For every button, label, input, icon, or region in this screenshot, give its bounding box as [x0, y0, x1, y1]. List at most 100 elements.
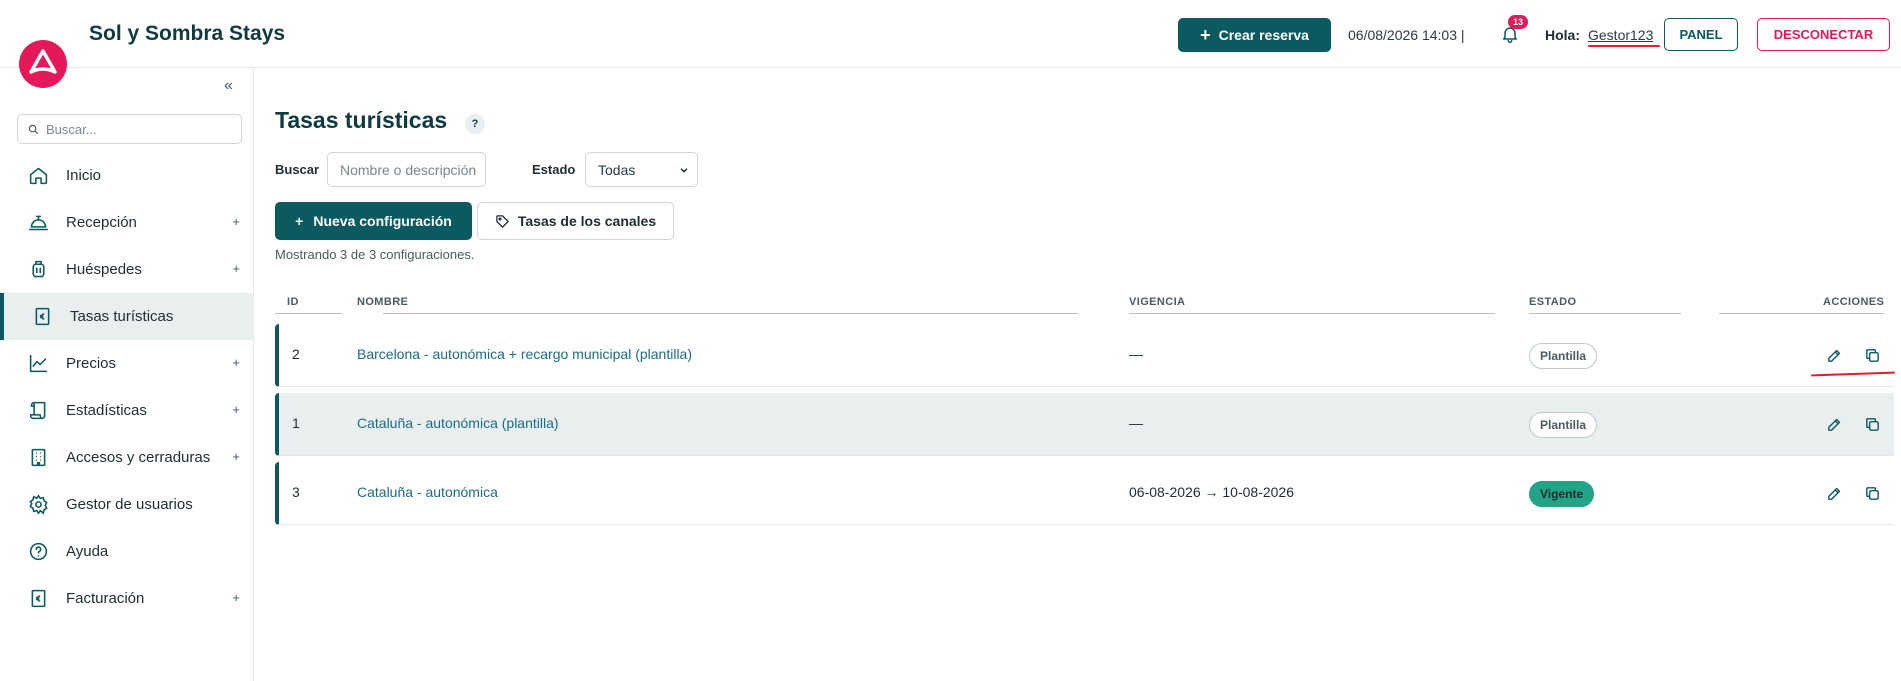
sidebar-item-label: Facturación	[66, 590, 145, 607]
status-badge: Vigente	[1529, 481, 1595, 507]
row-name-link[interactable]: Cataluña - autonómica (plantilla)	[357, 415, 559, 431]
row-id: 1	[292, 415, 300, 431]
luggage-icon	[27, 259, 49, 281]
sidebar-item-label: Gestor de usuarios	[66, 496, 193, 513]
app-title: Sol y Sombra Stays	[89, 22, 286, 45]
table-row[interactable]: 3 Cataluña - autonómica 06-08-2026 → 10-…	[275, 462, 1894, 525]
top-header: Sol y Sombra Stays + Crear reserva 06/08…	[0, 0, 1901, 68]
search-filter-label: Buscar	[275, 162, 320, 177]
row-validity: —	[1129, 415, 1143, 431]
search-filter-input[interactable]	[327, 152, 486, 187]
logout-button[interactable]: DESCONECTAR	[1757, 18, 1890, 51]
current-datetime: 06/08/2026 14:03 |	[1348, 27, 1465, 43]
sidebar-item-estadisticas[interactable]: Estadísticas +	[0, 387, 254, 434]
gear-icon	[27, 494, 49, 516]
sidebar-item-precios[interactable]: Precios +	[0, 340, 254, 387]
edit-icon[interactable]	[1824, 483, 1844, 503]
sidebar-item-label: Inicio	[66, 167, 102, 184]
collapse-sidebar-icon[interactable]: «	[224, 77, 233, 95]
annotation-underline-username	[1588, 45, 1660, 47]
help-icon[interactable]: ?	[465, 114, 485, 134]
table-row[interactable]: 1 Cataluña - autonómica (plantilla) — Pl…	[275, 393, 1894, 456]
brand-logo[interactable]	[19, 40, 67, 88]
header-divider	[1529, 313, 1681, 314]
sidebar-search-input[interactable]	[46, 121, 226, 137]
username-link[interactable]: Gestor123	[1588, 27, 1653, 43]
expand-plus-icon[interactable]: +	[232, 402, 240, 417]
expand-plus-icon[interactable]: +	[232, 590, 240, 605]
edit-icon[interactable]	[1824, 345, 1844, 365]
building-icon	[27, 447, 49, 469]
sidebar-item-huespedes[interactable]: Huéspedes +	[0, 246, 254, 293]
sidebar-search[interactable]	[17, 114, 242, 144]
channel-taxes-button[interactable]: Tasas de los canales	[477, 202, 674, 240]
plus-icon: +	[1200, 24, 1211, 45]
logo-mark-icon	[29, 49, 57, 74]
state-filter-label: Estado	[532, 162, 576, 177]
scroll-icon	[27, 400, 49, 422]
column-header-validity: VIGENCIA	[1129, 296, 1186, 308]
sidebar-item-inicio[interactable]: Inicio	[0, 152, 254, 199]
sidebar-item-label: Huéspedes	[66, 261, 142, 278]
expand-plus-icon[interactable]: +	[232, 214, 240, 229]
results-count: Mostrando 3 de 3 configuraciones.	[275, 247, 475, 262]
panel-button[interactable]: PANEL	[1664, 18, 1738, 51]
status-badge: Plantilla	[1529, 412, 1598, 438]
row-id: 3	[292, 484, 300, 500]
chevron-down-icon	[680, 167, 688, 173]
row-id: 2	[292, 346, 300, 362]
expand-plus-icon[interactable]: +	[232, 355, 240, 370]
column-header-actions: ACCIONES	[1823, 296, 1885, 308]
new-configuration-label: Nueva configuración	[313, 213, 452, 229]
sidebar-item-label: Tasas turísticas	[70, 308, 174, 325]
sidebar: « Inicio Recepción + Huéspedes + Tasas t…	[0, 69, 254, 681]
channel-taxes-label: Tasas de los canales	[517, 213, 657, 229]
table-row[interactable]: 2 Barcelona - autonómica + recargo munic…	[275, 324, 1894, 387]
duplicate-icon[interactable]	[1862, 414, 1882, 434]
header-divider	[1129, 313, 1495, 314]
create-reservation-label: Crear reserva	[1218, 27, 1309, 43]
notification-count-badge: 13	[1508, 15, 1529, 29]
row-validity: —	[1129, 346, 1143, 362]
row-name-link[interactable]: Cataluña - autonómica	[357, 484, 498, 500]
duplicate-icon[interactable]	[1862, 483, 1882, 503]
duplicate-icon[interactable]	[1862, 345, 1882, 365]
sidebar-item-label: Ayuda	[66, 543, 109, 560]
sidebar-item-label: Recepción	[66, 214, 137, 231]
search-icon	[28, 124, 39, 134]
sidebar-nav: Inicio Recepción + Huéspedes + Tasas tur…	[0, 152, 254, 622]
sidebar-item-label: Precios	[66, 355, 117, 372]
sidebar-item-facturacion[interactable]: Facturación +	[0, 575, 254, 622]
header-divider	[383, 313, 1078, 314]
sidebar-item-recepcion[interactable]: Recepción +	[0, 199, 254, 246]
row-name-link[interactable]: Barcelona - autonómica + recargo municip…	[357, 346, 692, 362]
edit-icon[interactable]	[1824, 414, 1844, 434]
greeting-label: Hola:	[1545, 27, 1580, 43]
sidebar-item-gestor-usuarios[interactable]: Gestor de usuarios	[0, 481, 254, 528]
page-title: Tasas turísticas	[275, 107, 448, 133]
sidebar-item-tasas-turisticas[interactable]: Tasas turísticas	[0, 293, 254, 340]
sidebar-item-accesos[interactable]: Accesos y cerraduras +	[0, 434, 254, 481]
row-validity: 06-08-2026 → 10-08-2026	[1129, 484, 1295, 500]
expand-plus-icon[interactable]: +	[232, 449, 240, 464]
status-badge: Plantilla	[1529, 343, 1598, 369]
create-reservation-button[interactable]: + Crear reserva	[1178, 18, 1331, 52]
header-divider	[1719, 313, 1884, 314]
tag-icon	[496, 214, 509, 228]
question-icon	[27, 541, 49, 563]
sidebar-item-ayuda[interactable]: Ayuda	[0, 528, 254, 575]
column-header-id: ID	[287, 296, 299, 308]
column-header-state: ESTADO	[1529, 296, 1577, 308]
euro-receipt-icon	[31, 306, 53, 328]
plus-icon: +	[295, 213, 304, 229]
sidebar-item-label: Accesos y cerraduras	[66, 449, 211, 466]
home-icon	[27, 165, 49, 187]
bell-desk-icon	[27, 212, 49, 234]
euro-receipt-icon	[27, 588, 49, 610]
expand-plus-icon[interactable]: +	[232, 261, 240, 276]
state-filter-select[interactable]: Todas	[585, 152, 698, 187]
header-divider	[275, 313, 342, 314]
sidebar-item-label: Estadísticas	[66, 402, 147, 419]
new-configuration-button[interactable]: + Nueva configuración	[275, 202, 472, 240]
state-filter-value: Todas	[598, 161, 636, 178]
